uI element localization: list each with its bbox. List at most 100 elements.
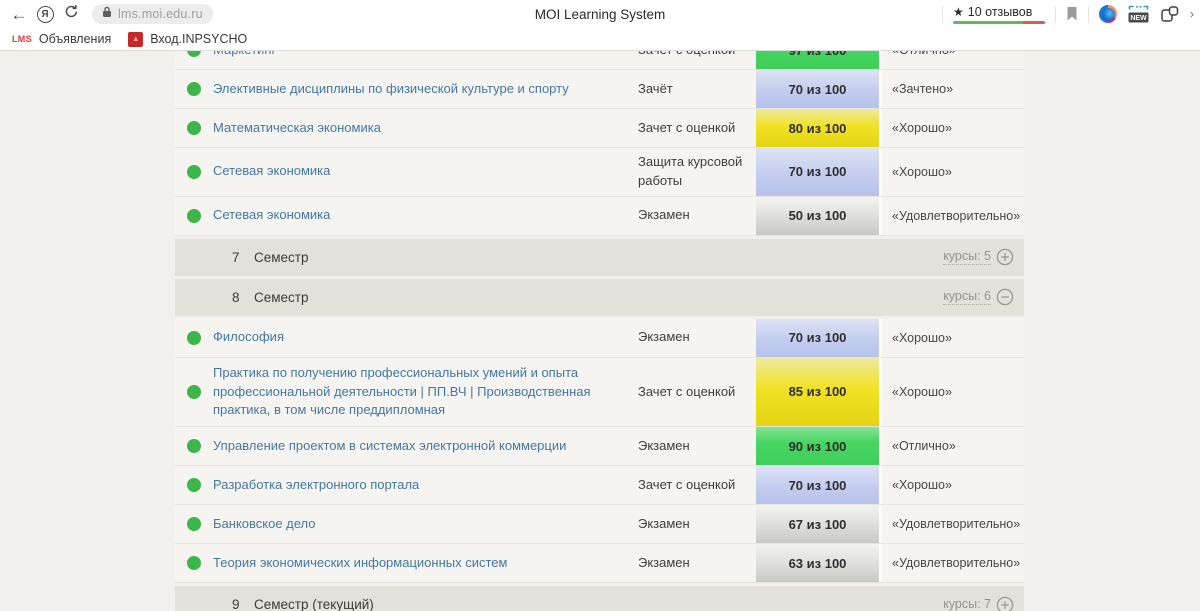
status-dot-cell <box>175 82 213 96</box>
grades-table: МаркетингЗачет с оценкой97 из 100«Отличн… <box>175 51 1024 611</box>
extension-globe-icon[interactable] <box>1099 5 1117 23</box>
score-cell: 70 из 100 <box>756 70 882 108</box>
bookmark-label: Вход.INPSYCHO <box>150 32 247 46</box>
status-dot-cell <box>175 331 213 345</box>
panel-toggle-icon[interactable]: › <box>1190 7 1200 21</box>
courses-toggle-link[interactable]: курсы: 7 <box>943 597 991 611</box>
bookmark-lms[interactable]: LMS Объявления <box>8 32 115 46</box>
course-link[interactable]: Сетевая экономика <box>213 200 638 231</box>
status-dot-icon <box>187 478 201 492</box>
table-row-course: Элективные дисциплины по физической куль… <box>175 70 1024 109</box>
status-dot-icon <box>187 209 201 223</box>
table-row-course: Практика по получению профессиональных у… <box>175 358 1024 428</box>
grade-text: «Отлично» <box>882 51 1024 57</box>
exam-type: Зачет с оценкой <box>638 114 756 143</box>
status-dot-cell <box>175 439 213 453</box>
semester-courses: курсы: 5 <box>943 248 1014 266</box>
course-link[interactable]: Философия <box>213 322 638 353</box>
refresh-button[interactable] <box>58 2 84 26</box>
grade-text: «Хорошо» <box>882 385 1024 399</box>
semester-courses: курсы: 7 <box>943 596 1014 611</box>
grade-text: «Зачтено» <box>882 82 1024 96</box>
table-row-course: ФилософияЭкзамен70 из 100«Хорошо» <box>175 319 1024 358</box>
toolbar-divider <box>1088 6 1089 23</box>
url-text: lms.moi.edu.ru <box>118 7 203 21</box>
bookmark-flag-button[interactable] <box>1066 6 1078 22</box>
course-link[interactable]: Элективные дисциплины по физической куль… <box>213 74 638 105</box>
semester-row[interactable]: 7Семестркурсы: 5 <box>175 239 1024 276</box>
exam-type: Экзамен <box>638 432 756 461</box>
course-link[interactable]: Сетевая экономика <box>213 156 638 187</box>
course-link[interactable]: Маркетинг <box>213 51 638 65</box>
status-dot-icon <box>187 385 201 399</box>
semester-row[interactable]: 8Семестркурсы: 6 <box>175 279 1024 316</box>
table-row-course: Теория экономических информационных сист… <box>175 544 1024 583</box>
circle-minus-icon[interactable] <box>996 288 1014 306</box>
status-dot-icon <box>187 556 201 570</box>
score-cell: 70 из 100 <box>756 319 882 357</box>
exam-type: Экзамен <box>638 323 756 352</box>
table-row-course: Сетевая экономикаЗащита курсовой работы7… <box>175 148 1024 197</box>
status-dot-cell <box>175 121 213 135</box>
semester-courses: курсы: 6 <box>943 288 1014 306</box>
status-dot-cell <box>175 51 213 57</box>
status-dot-icon <box>187 517 201 531</box>
status-dot-icon <box>187 82 201 96</box>
grade-text: «Удовлетворительно» <box>882 517 1024 531</box>
circle-plus-icon[interactable] <box>996 596 1014 611</box>
status-dot-icon <box>187 331 201 345</box>
semester-label: Семестр <box>254 290 309 305</box>
bookmark-label: Объявления <box>39 32 111 46</box>
score-cell: 80 из 100 <box>756 109 882 147</box>
table-row-course: Разработка электронного порталаЗачет с о… <box>175 466 1024 505</box>
courses-toggle-link[interactable]: курсы: 6 <box>943 289 991 305</box>
grade-text: «Отлично» <box>882 439 1024 453</box>
exam-type: Зачет с оценкой <box>638 51 756 64</box>
refresh-icon <box>64 4 79 24</box>
grade-text: «Удовлетворительно» <box>882 556 1024 570</box>
back-button[interactable]: ← <box>6 2 32 26</box>
semester-number: 7 <box>232 250 254 265</box>
semester-row[interactable]: 9Семестр (текущий) курсы: 7 <box>175 586 1024 611</box>
toolbar-divider <box>1055 6 1056 23</box>
grade-text: «Хорошо» <box>882 331 1024 345</box>
exam-type: Экзамен <box>638 549 756 578</box>
course-link[interactable]: Управление проектом в системах электронн… <box>213 431 638 462</box>
course-link[interactable]: Математическая экономика <box>213 113 638 144</box>
star-icon: ★ <box>953 5 964 19</box>
address-bar[interactable]: lms.moi.edu.ru <box>92 4 213 24</box>
courses-toggle-link[interactable]: курсы: 5 <box>943 249 991 265</box>
site-rating[interactable]: ★ 10 отзывов <box>953 5 1045 24</box>
svg-text:NEW: NEW <box>1130 15 1147 22</box>
circle-plus-icon[interactable] <box>996 248 1014 266</box>
reviews-count: 10 отзывов <box>968 5 1033 19</box>
status-dot-icon <box>187 165 201 179</box>
score-cell: 70 из 100 <box>756 148 882 196</box>
back-icon: ← <box>11 6 28 23</box>
collections-button[interactable] <box>1160 5 1180 23</box>
status-dot-icon <box>187 51 201 57</box>
score-cell: 50 из 100 <box>756 197 882 235</box>
course-link[interactable]: Банковское дело <box>213 509 638 540</box>
semester-label: Семестр (текущий) <box>254 597 374 611</box>
bookmarks-bar: LMS Объявления ▲ Вход.INPSYCHO <box>0 28 1200 51</box>
browser-toolbar: ← Я lms.moi.edu.ru MOI Learning System ★… <box>0 0 1200 28</box>
status-dot-cell <box>175 478 213 492</box>
course-link[interactable]: Теория экономических информационных сист… <box>213 548 638 579</box>
score-cell: 67 из 100 <box>756 505 882 543</box>
screenshot-new-button[interactable]: NEW <box>1127 4 1150 24</box>
yandex-button[interactable]: Я <box>32 2 58 26</box>
status-dot-cell <box>175 556 213 570</box>
status-dot-cell <box>175 385 213 399</box>
score-cell: 97 из 100 <box>756 51 882 69</box>
exam-type: Экзамен <box>638 201 756 230</box>
course-link[interactable]: Разработка электронного портала <box>213 470 638 501</box>
semester-number: 9 <box>232 597 254 611</box>
exam-type: Защита курсовой работы <box>638 148 756 196</box>
exam-type: Зачет с оценкой <box>638 378 756 407</box>
course-link[interactable]: Практика по получению профессиональных у… <box>213 358 638 427</box>
status-dot-icon <box>187 121 201 135</box>
bookmark-inpsycho[interactable]: ▲ Вход.INPSYCHO <box>124 32 251 47</box>
page-content: МаркетингЗачет с оценкой97 из 100«Отличн… <box>0 51 1200 611</box>
exam-type: Зачет с оценкой <box>638 471 756 500</box>
